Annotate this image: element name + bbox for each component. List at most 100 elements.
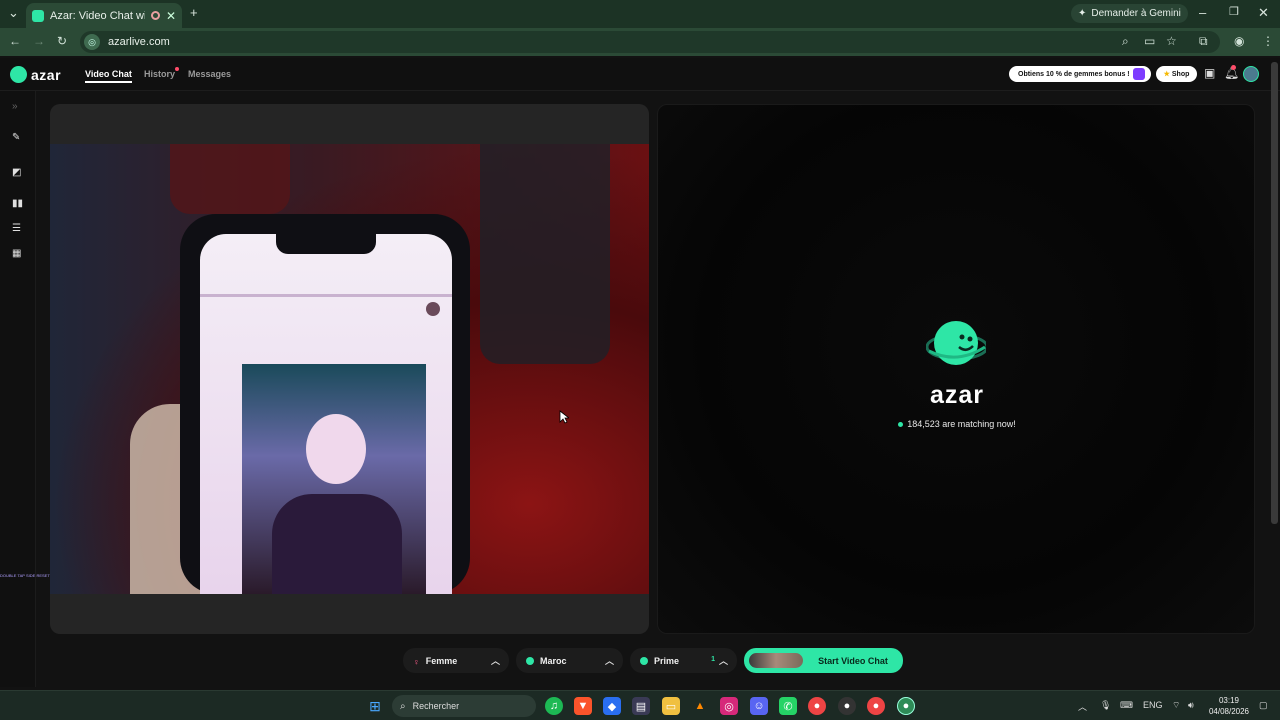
file-explorer-icon[interactable]: ▭ bbox=[662, 697, 680, 715]
shop-label: Shop bbox=[1171, 70, 1190, 78]
notification-center-icon[interactable]: ▢ bbox=[1259, 700, 1268, 711]
vlc-icon[interactable]: ▲ bbox=[691, 697, 709, 715]
gender-value: Femme bbox=[425, 655, 458, 666]
reload-icon[interactable]: ↻ bbox=[57, 34, 67, 48]
close-tab-icon[interactable]: ✕ bbox=[166, 9, 176, 23]
region-value: Maroc bbox=[540, 655, 567, 666]
tier-filter[interactable]: Prime 1 ︿ bbox=[630, 648, 737, 673]
os-taskbar: ⊞ ⌕ Rechercher ♫ ▼ ◆ ▤ ▭ ▲ ◎ ☺ ✆ ● ● ● ●… bbox=[0, 690, 1280, 720]
browser-menu-icon[interactable]: ⋮ bbox=[1262, 34, 1274, 48]
steam-icon[interactable]: ● bbox=[838, 697, 856, 715]
start-menu-icon[interactable]: ⊞ bbox=[366, 697, 384, 715]
azar-globe-icon bbox=[926, 321, 986, 365]
microphone-icon[interactable]: 🎙︎ bbox=[1100, 700, 1111, 711]
minimize-icon[interactable]: – bbox=[1199, 5, 1206, 20]
inventory-icon[interactable]: ▣ bbox=[1204, 66, 1215, 80]
gems-promo-banner[interactable]: Obtiens 10 % de gemmes bonus ! bbox=[1009, 66, 1151, 82]
phone-screen-divider bbox=[200, 294, 452, 297]
clock-date: 04/08/2026 bbox=[1208, 707, 1250, 716]
layout-grid-icon[interactable]: ▦ bbox=[12, 248, 21, 259]
layout-stack-icon[interactable]: ☰ bbox=[12, 223, 21, 234]
chrome-icon[interactable]: ● bbox=[808, 697, 826, 715]
spotify-icon[interactable]: ♫ bbox=[545, 697, 563, 715]
phone-shape bbox=[180, 214, 470, 594]
expand-sidebar-icon[interactable]: » bbox=[12, 101, 18, 112]
live-dot-icon bbox=[898, 421, 904, 427]
notification-dot bbox=[1231, 65, 1236, 70]
prime-icon bbox=[640, 656, 648, 665]
gemini-icon: ✦ bbox=[1078, 8, 1087, 19]
discord-icon[interactable]: ☺ bbox=[750, 697, 768, 715]
new-tab-icon[interactable]: + bbox=[190, 5, 198, 20]
azar-favicon-icon bbox=[32, 9, 44, 22]
tray-overflow-icon[interactable]: ︿ bbox=[1078, 700, 1087, 713]
page-scrollbar[interactable] bbox=[1271, 62, 1278, 524]
logo-text: azar bbox=[31, 66, 62, 83]
window-close-icon[interactable]: ✕ bbox=[1258, 5, 1269, 21]
nav-history[interactable]: History bbox=[144, 67, 180, 79]
zoom-icon[interactable]: ⌕ bbox=[1122, 34, 1129, 49]
nav-video-chat[interactable]: Video Chat bbox=[85, 69, 132, 83]
nav-history-label: History bbox=[144, 69, 176, 79]
wifi-icon[interactable]: ⌔ bbox=[1172, 700, 1180, 711]
region-filter[interactable]: Maroc ︿ bbox=[516, 648, 623, 673]
nav-messages[interactable]: Messages bbox=[188, 69, 231, 79]
gender-filter[interactable]: ♀ Femme ︿ bbox=[403, 648, 509, 673]
azar-logo-icon bbox=[10, 66, 27, 83]
partner-panel: azar 184,523 are matching now! bbox=[657, 104, 1255, 634]
recording-icon bbox=[150, 11, 160, 20]
globe-icon bbox=[526, 656, 534, 665]
extensions-icon[interactable]: ⧉ bbox=[1199, 34, 1208, 49]
magic-wand-icon[interactable]: ✎ bbox=[12, 132, 20, 143]
my-camera-panel bbox=[50, 104, 649, 634]
address-bar[interactable]: ◎ azarlive.com bbox=[80, 31, 1220, 53]
defender-icon[interactable]: ◆ bbox=[603, 697, 621, 715]
tab-title: Azar: Video Chat with New bbox=[50, 9, 145, 22]
restore-icon[interactable]: ❐ bbox=[1229, 5, 1239, 18]
cast-icon[interactable]: ▭ bbox=[1144, 34, 1155, 48]
layout-split-icon[interactable]: ▮▮ bbox=[12, 198, 23, 209]
volume-icon[interactable]: 🔊︎ bbox=[1188, 700, 1194, 711]
gender-icon: ♀ bbox=[413, 656, 420, 667]
matching-text: 184,523 are matching now! bbox=[907, 419, 1016, 429]
whatsapp-icon[interactable]: ✆ bbox=[779, 697, 797, 715]
language-indicator[interactable]: ENG bbox=[1143, 700, 1163, 710]
taskbar-search[interactable]: ⌕ Rechercher bbox=[392, 695, 536, 717]
chevron-up-icon: ︿ bbox=[718, 656, 728, 666]
keyboard-icon[interactable]: ⌨ bbox=[1120, 700, 1133, 711]
phone-inner-video bbox=[242, 364, 426, 594]
gemini-label: Demander à Gemini bbox=[1091, 8, 1181, 19]
background-shirt bbox=[170, 144, 290, 214]
tier-value: Prime bbox=[654, 655, 680, 666]
store-icon[interactable]: ▤ bbox=[632, 697, 650, 715]
tab-list-chevron-icon[interactable]: ⌄ bbox=[8, 5, 19, 21]
bookmark-star-icon[interactable]: ☆ bbox=[1166, 34, 1177, 48]
effects-icon[interactable]: ◩ bbox=[12, 167, 21, 178]
site-info-icon[interactable]: ◎ bbox=[84, 34, 100, 50]
gemini-button[interactable]: ✦ Demander à Gemini bbox=[1071, 4, 1188, 23]
browser-toolbar: ◎ azarlive.com bbox=[0, 28, 1280, 56]
online-users-avatars bbox=[749, 653, 803, 668]
chrome-profile-icon[interactable]: ● bbox=[867, 697, 885, 715]
forward-icon[interactable]: → bbox=[33, 34, 45, 48]
system-clock[interactable]: 03:19 04/08/2026 bbox=[1205, 695, 1253, 717]
browser-tab[interactable]: Azar: Video Chat with New ✕ bbox=[26, 3, 182, 28]
azar-logo[interactable]: azar bbox=[10, 66, 61, 83]
phone-notch bbox=[276, 234, 376, 254]
mouse-cursor-icon bbox=[559, 410, 569, 424]
profile-icon[interactable]: ◉ bbox=[1234, 34, 1244, 48]
shop-button[interactable]: ★ Shop bbox=[1156, 66, 1197, 82]
user-avatar[interactable] bbox=[1243, 66, 1259, 82]
my-camera-feed bbox=[50, 144, 649, 594]
person-body bbox=[272, 494, 402, 594]
matching-count: 184,523 are matching now! bbox=[658, 419, 1256, 429]
history-notification-dot bbox=[175, 67, 180, 71]
brave-icon[interactable]: ▼ bbox=[574, 697, 592, 715]
chevron-up-icon: ︿ bbox=[604, 656, 614, 666]
chevron-up-icon: ︿ bbox=[490, 656, 500, 666]
back-icon[interactable]: ← bbox=[9, 34, 21, 48]
instagram-icon[interactable]: ◎ bbox=[720, 697, 738, 715]
chrome-active-icon[interactable]: ● bbox=[897, 697, 915, 715]
start-video-chat-button[interactable]: Start Video Chat bbox=[744, 648, 903, 673]
azar-wordmark: azar bbox=[929, 381, 985, 409]
